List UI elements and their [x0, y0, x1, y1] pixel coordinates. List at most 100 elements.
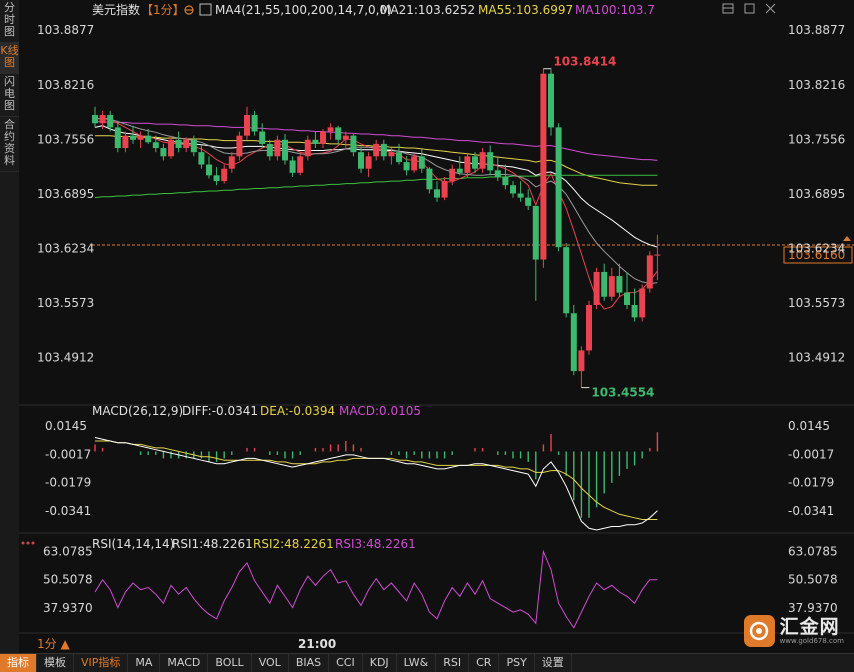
high-price-label: 103.8414	[553, 55, 616, 69]
rsi-menu-icon-dot2	[26, 541, 30, 545]
price-tick-right: 103.6234	[788, 241, 845, 255]
candle-body	[168, 139, 174, 157]
candle-body	[388, 152, 395, 157]
rsi-tick-right: 63.0785	[788, 545, 838, 559]
candle-body	[251, 115, 258, 132]
candle-body	[114, 127, 121, 149]
candle-body	[456, 168, 463, 173]
candle-body	[639, 288, 646, 318]
candle-body	[145, 135, 152, 143]
rsi-menu-icon[interactable]	[21, 541, 25, 545]
rsi-menu-icon-dot3	[31, 541, 35, 545]
macd-tick-right: 0.0145	[788, 419, 830, 433]
logo-name: 汇金网	[779, 615, 840, 638]
macd-tick-left: -0.0179	[45, 476, 91, 490]
tab-13[interactable]: PSY	[499, 654, 535, 672]
candle-body	[358, 152, 364, 169]
gold678-logo: 汇金网 www.gold678.com	[744, 613, 844, 649]
candle-body	[342, 135, 349, 140]
candle-body	[532, 205, 539, 260]
candle-body	[601, 271, 608, 297]
tab-3[interactable]: MA	[128, 654, 161, 672]
price-tick-right: 103.4912	[788, 351, 845, 365]
price-tick-left: 103.5573	[37, 296, 94, 310]
candle-body	[563, 247, 570, 314]
ma55-label: MA55:103.6997	[478, 3, 573, 17]
candle-body	[555, 127, 562, 248]
candle-body	[608, 276, 615, 297]
candle-body	[380, 143, 387, 157]
rsi2-label: RSI2:48.2261	[253, 537, 334, 551]
candle-body	[631, 305, 638, 318]
rsi-tick-left: 37.9370	[43, 601, 93, 615]
candle-body	[335, 127, 342, 140]
candle-body	[646, 255, 653, 289]
candle-body	[221, 168, 228, 182]
tab-14[interactable]: 设置	[535, 654, 572, 672]
price-tick-left: 103.8877	[37, 23, 94, 37]
price-tick-right: 103.7556	[788, 132, 845, 146]
rsi-tick-right: 50.5078	[788, 573, 838, 587]
chart-area[interactable]: 美元指数 【1分】 MA4(21,55,100,200,14,7,0,0) MA…	[0, 0, 854, 653]
rsi-label: RSI(14,14,14)	[92, 537, 174, 551]
tab-2[interactable]: VIP指标	[74, 654, 129, 672]
price-tick-left: 103.4912	[37, 351, 94, 365]
macd-tick-left: -0.0017	[45, 447, 91, 461]
candle-body	[426, 168, 433, 190]
macd-tick-left: 0.0145	[45, 419, 87, 433]
price-tick-right: 103.5573	[788, 296, 845, 310]
logo-text: 汇金网 www.gold678.com	[780, 617, 844, 646]
candle-body	[152, 142, 159, 149]
tab-0[interactable]: 指标	[0, 654, 37, 672]
tab-1[interactable]: 模板	[37, 654, 74, 672]
candle-body	[312, 139, 319, 144]
candle-body	[266, 143, 273, 157]
tab-10[interactable]: LW&	[397, 654, 437, 672]
candle-body	[289, 160, 296, 173]
tab-7[interactable]: BIAS	[289, 654, 330, 672]
candle-body	[479, 152, 486, 169]
symbol-name: 美元指数	[92, 2, 140, 17]
tab-9[interactable]: KDJ	[363, 654, 397, 672]
candle-body	[198, 152, 205, 165]
candle-body	[274, 139, 281, 157]
time-axis-label: 21:00	[298, 637, 336, 651]
candle-body	[373, 143, 380, 157]
candle-body	[418, 156, 425, 169]
candle-body	[502, 176, 509, 186]
macd-diff-label: DIFF:-0.0341	[182, 404, 258, 418]
candle-body	[137, 135, 144, 140]
candle-body	[494, 170, 501, 177]
tab-6[interactable]: VOL	[252, 654, 289, 672]
candle-body	[183, 139, 190, 149]
rsi-tick-left: 63.0785	[43, 545, 93, 559]
candle-body	[570, 313, 577, 372]
candle-body	[327, 127, 334, 132]
candle-body	[464, 156, 471, 173]
tab-5[interactable]: BOLL	[208, 654, 252, 672]
tab-11[interactable]: RSI	[436, 654, 470, 672]
candle-body	[525, 197, 532, 206]
rsi-tick-left: 50.5078	[43, 573, 93, 587]
logo-url: www.gold678.com	[779, 636, 844, 645]
candle-body	[130, 135, 136, 140]
macd-value-label: MACD:0.0105	[339, 404, 421, 418]
price-tick-right: 103.6895	[788, 187, 845, 201]
tab-8[interactable]: CCI	[329, 654, 363, 672]
candle-body	[244, 115, 250, 136]
candle-body	[107, 115, 114, 128]
indicator-tab-bar: 指标 模板 VIP指标 MA MACD BOLL VOL BIAS CCI KDJ LW& RSI CR…	[0, 653, 854, 672]
candle-body	[586, 305, 592, 351]
candle-body	[175, 139, 182, 149]
logo-mark-icon	[744, 615, 775, 647]
candle-body	[654, 254, 661, 256]
ma4-label: MA4(21,55,100,200,14,7,0,0)	[215, 3, 392, 17]
rsi1-label: RSI1:48.2261	[172, 537, 253, 551]
candle-body	[92, 115, 98, 124]
tab-12[interactable]: CR	[469, 654, 500, 672]
price-tick-right: 103.8877	[788, 23, 845, 37]
period-label[interactable]: 【1分】	[141, 3, 185, 17]
period-toggle[interactable]: 1分 ▲	[37, 637, 70, 651]
tab-4[interactable]: MACD	[160, 654, 209, 672]
candle-body	[487, 152, 494, 171]
